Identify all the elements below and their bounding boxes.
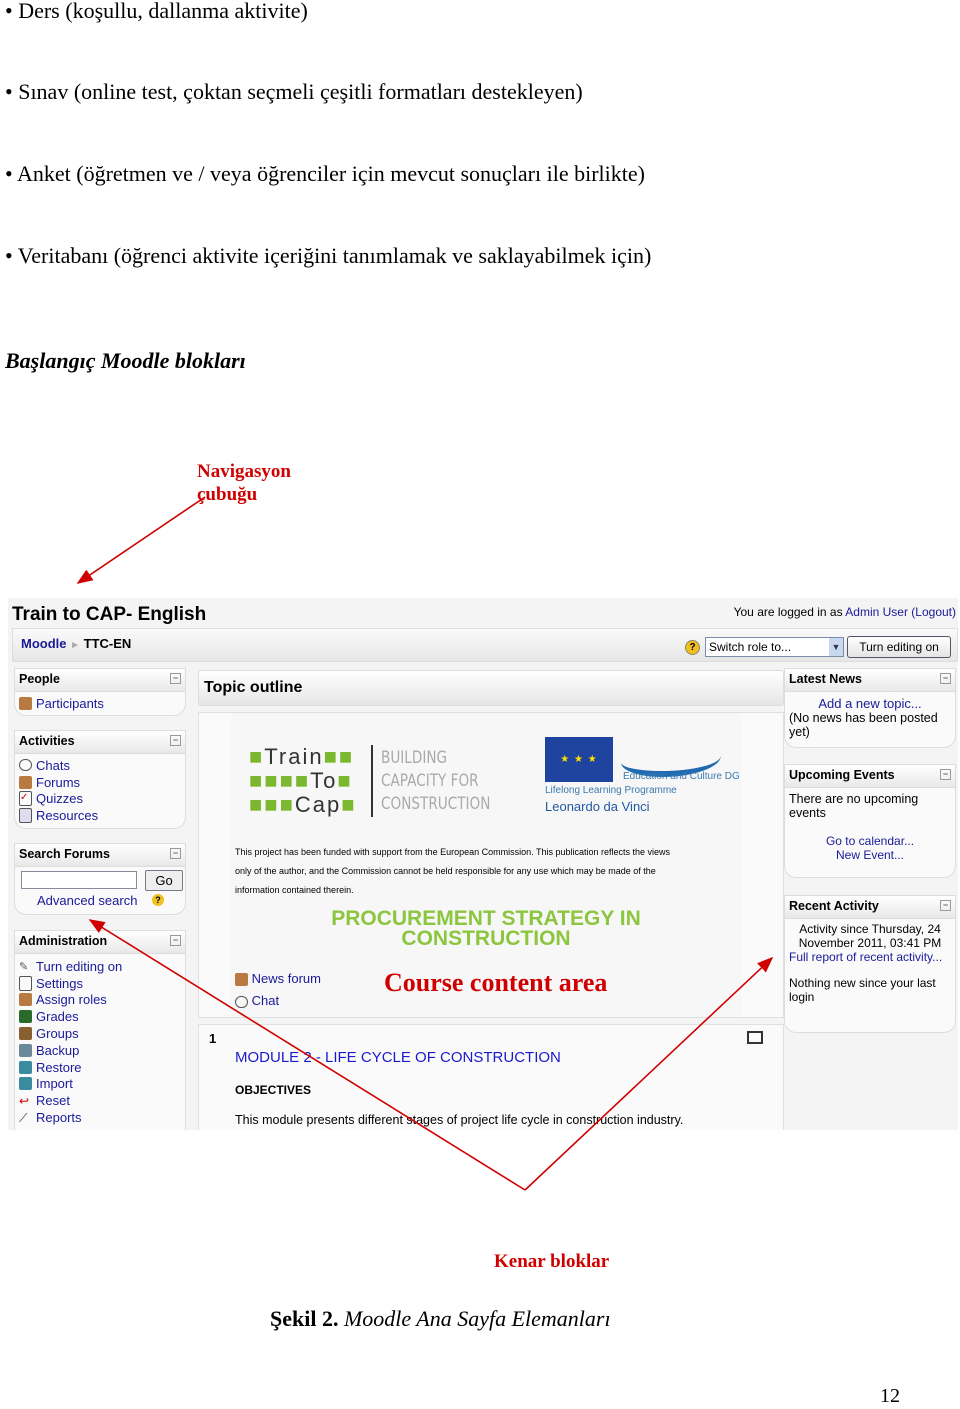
figure-caption: Şekil 2. Moodle Ana Sayfa Elemanları — [270, 1306, 611, 1332]
caption-label: Şekil 2. — [270, 1306, 339, 1331]
annotation-arrows — [76, 496, 774, 1191]
left-blocks-arrow — [88, 919, 526, 1191]
document-page: • Ders (koşullu, dallanma aktivite) • Sı… — [0, 0, 960, 1409]
right-blocks-arrow — [524, 956, 774, 1191]
nav-arrow — [76, 496, 206, 584]
page-number: 12 — [880, 1385, 900, 1407]
side-blocks-annotation: Kenar bloklar — [494, 1251, 610, 1272]
caption-text: Moodle Ana Sayfa Elemanları — [338, 1306, 611, 1331]
